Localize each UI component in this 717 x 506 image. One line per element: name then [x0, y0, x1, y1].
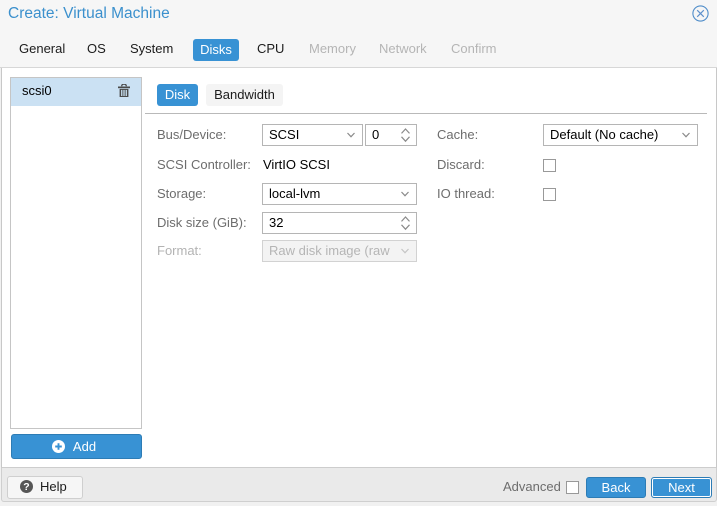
svg-text:?: ?	[23, 481, 29, 493]
